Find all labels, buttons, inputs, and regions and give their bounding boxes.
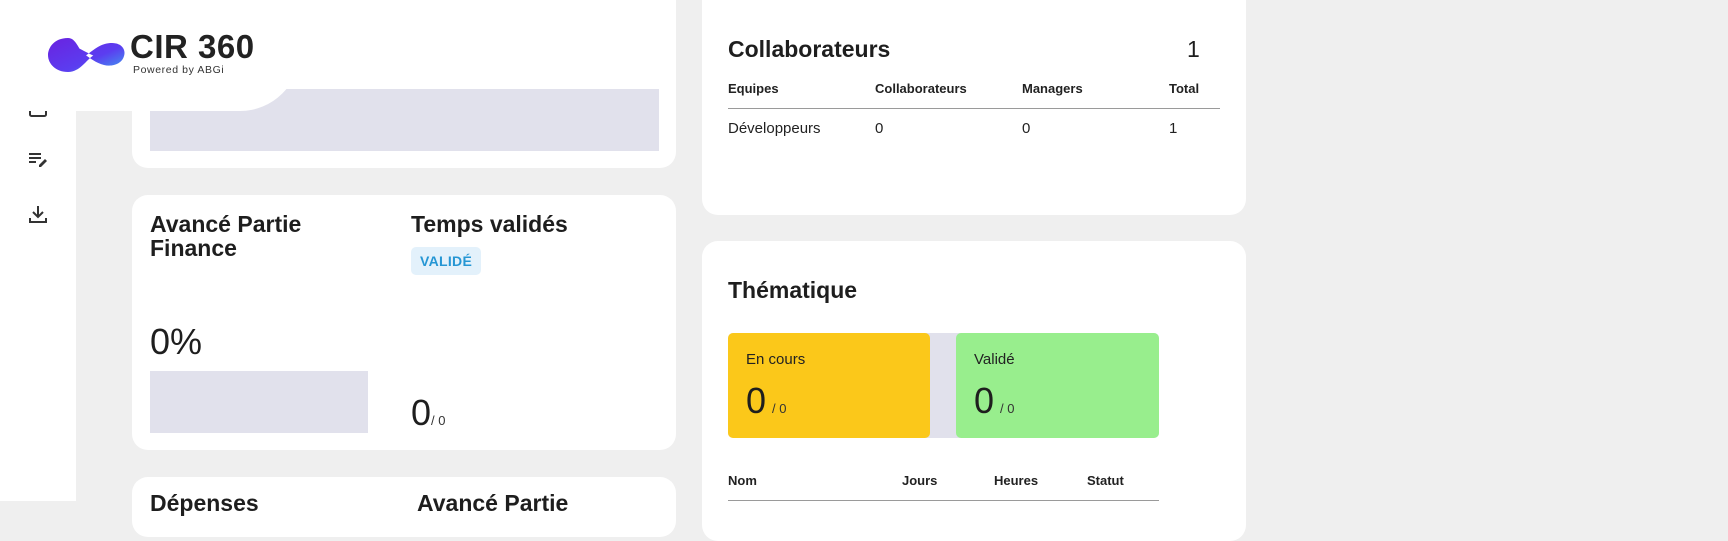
brand-name: CIR 360: [130, 28, 255, 65]
avance-partie-title: Avancé Partie: [417, 490, 569, 516]
finance-value: 0%: [150, 321, 203, 362]
col-header[interactable]: Nom: [728, 460, 902, 501]
stat-value: 0 / 0: [974, 383, 1015, 419]
thematique-card: Thématique En cours 0 / 0 Validé 0 / 0 Nom…: [702, 241, 1246, 541]
table-cell: Développeurs: [728, 120, 821, 137]
finance-bar: [150, 371, 368, 433]
finance-title: Avancé Partie Finance: [150, 211, 302, 261]
thematique-title: Thématique: [728, 277, 858, 303]
col-header[interactable]: Collaborateurs: [875, 68, 1022, 109]
temps-value-total: / 0: [431, 413, 446, 428]
brand-tagline: Powered by ABGi: [133, 64, 225, 76]
temps-value: 0/ 0: [411, 395, 446, 431]
col-header[interactable]: Total: [1169, 68, 1220, 109]
collaborateurs-count: 1: [1187, 36, 1200, 62]
edit-list-icon[interactable]: [26, 148, 50, 172]
col-header[interactable]: Equipes: [728, 68, 875, 109]
table-header-row: Nom Jours Heures Statut: [728, 460, 1159, 501]
table-cell: 0: [1022, 120, 1031, 137]
stat-en-cours[interactable]: En cours 0 / 0: [728, 333, 930, 438]
table-header-row: Equipes Collaborateurs Managers Total: [728, 68, 1220, 109]
collaborateurs-title: Collaborateurs: [728, 36, 891, 62]
collaborateurs-table: Equipes Collaborateurs Managers Total Dé…: [728, 68, 1220, 148]
stat-value-total: / 0: [772, 401, 787, 416]
table-cell: 0: [875, 120, 884, 137]
depenses-title: Dépenses: [150, 490, 259, 516]
col-header[interactable]: Heures: [994, 460, 1087, 501]
finance-temps-card: Avancé Partie Finance 0% Temps validés V…: [132, 195, 676, 450]
status-badge: VALIDÉ: [411, 247, 482, 275]
infinity-logo-icon: [48, 38, 125, 72]
stat-value: 0 / 0: [746, 383, 787, 419]
temps-title: Temps validés: [411, 211, 568, 237]
table-cell: 1: [1169, 120, 1178, 137]
download-icon[interactable]: [26, 202, 50, 226]
temps-value-number: 0: [411, 392, 432, 433]
collaborateurs-card: Collaborateurs 1 Equipes Collaborateurs …: [702, 0, 1246, 215]
stat-value-total: / 0: [1000, 401, 1015, 416]
stat-label: Validé: [974, 351, 1015, 368]
stat-valide[interactable]: Validé 0 / 0: [956, 333, 1159, 438]
stat-label: En cours: [746, 351, 806, 368]
brand-logo[interactable]: CIR 360 Powered by ABGi: [0, 0, 300, 111]
thematique-table: Nom Jours Heures Statut: [728, 460, 1159, 501]
table-row[interactable]: Développeurs 0 0 1: [728, 109, 1220, 149]
col-header[interactable]: Statut: [1087, 460, 1159, 501]
stat-value-number: 0: [974, 380, 995, 421]
col-header[interactable]: Jours: [902, 460, 994, 501]
col-header[interactable]: Managers: [1022, 68, 1169, 109]
stat-value-number: 0: [746, 380, 767, 421]
bottom-card: Dépenses Avancé Partie: [132, 477, 676, 537]
